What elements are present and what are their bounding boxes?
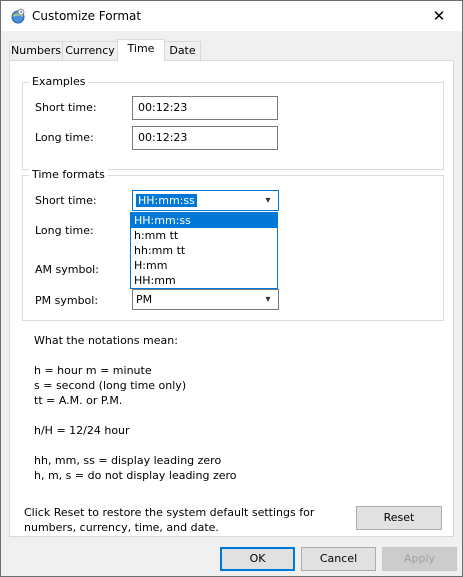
notation-line: hh, mm, ss = display leading zero: [34, 454, 222, 467]
customize-format-dialog: Customize Format ✕ Numbers Currency Time…: [0, 0, 463, 577]
notation-line: h/H = 12/24 hour: [34, 424, 130, 437]
notation-line: s = second (long time only): [34, 379, 187, 392]
reset-button[interactable]: Reset: [356, 506, 442, 530]
am-symbol-label: AM symbol:: [35, 263, 99, 276]
notation-line: h, m, s = do not display leading zero: [34, 469, 237, 482]
close-icon[interactable]: ✕: [416, 1, 462, 31]
chevron-down-icon[interactable]: ▾: [261, 290, 275, 309]
title-bar: Customize Format ✕: [1, 1, 462, 31]
notation-line: tt = A.M. or P.M.: [34, 394, 123, 407]
example-short-time-field: 00:12:23: [132, 96, 278, 120]
dropdown-option[interactable]: H:mm: [131, 258, 277, 273]
window-title: Customize Format: [32, 9, 142, 23]
pm-symbol-combobox[interactable]: PM ▾: [132, 289, 279, 310]
short-time-label: Short time:: [35, 194, 97, 207]
apply-button[interactable]: Apply: [382, 547, 457, 571]
ok-button[interactable]: OK: [220, 547, 295, 571]
tab-date[interactable]: Date: [164, 41, 201, 60]
example-long-time-field: 00:12:23: [132, 126, 278, 150]
short-time-combobox[interactable]: HH:mm:ss ▾: [132, 190, 279, 211]
tab-time[interactable]: Time: [117, 39, 165, 61]
dropdown-option[interactable]: h:mm tt: [131, 228, 277, 243]
examples-group-title: Examples: [29, 75, 89, 88]
dropdown-option[interactable]: hh:mm tt: [131, 243, 277, 258]
short-time-dropdown-list: HH:mm:ss h:mm tt hh:mm tt H:mm HH:mm: [130, 212, 278, 289]
example-short-time-label: Short time:: [35, 101, 97, 114]
reset-description-line-2: numbers, currency, time, and date.: [24, 521, 219, 534]
pm-symbol-label: PM symbol:: [35, 294, 99, 307]
chevron-down-icon[interactable]: ▾: [261, 191, 275, 210]
time-formats-group-title: Time formats: [29, 168, 108, 181]
cancel-button[interactable]: Cancel: [301, 547, 376, 571]
reset-description-line-1: Click Reset to restore the system defaul…: [24, 506, 315, 519]
dropdown-option[interactable]: HH:mm:ss: [131, 213, 277, 228]
notations-heading: What the notations mean:: [34, 334, 178, 347]
example-long-time-label: Long time:: [35, 131, 94, 144]
tab-numbers[interactable]: Numbers: [9, 41, 63, 60]
tab-currency[interactable]: Currency: [62, 41, 118, 60]
pm-symbol-combobox-value: PM: [136, 293, 153, 306]
short-time-combobox-value: HH:mm:ss: [136, 194, 197, 207]
globe-clock-icon: [10, 8, 26, 24]
dropdown-option[interactable]: HH:mm: [131, 273, 277, 288]
examples-group: Examples Short time: 00:12:23 Long time:…: [22, 75, 444, 170]
long-time-label: Long time:: [35, 224, 94, 237]
notation-line: h = hour m = minute: [34, 364, 152, 377]
time-tab-panel: Examples Short time: 00:12:23 Long time:…: [9, 60, 454, 537]
